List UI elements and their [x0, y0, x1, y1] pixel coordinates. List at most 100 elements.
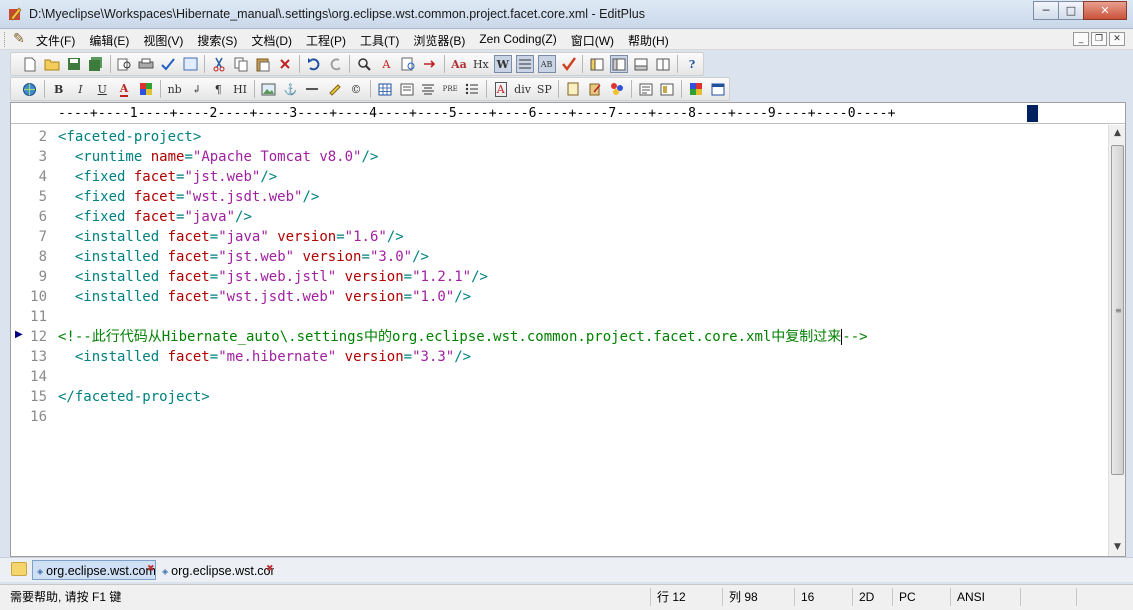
menu-project[interactable]: 工程(P)	[306, 32, 346, 49]
copyright-icon[interactable]: ©	[347, 80, 365, 98]
nbsp-button[interactable]: nb	[166, 80, 184, 98]
menu-help[interactable]: 帮助(H)	[628, 32, 669, 49]
code-line[interactable]: <installed facet="me.hibernate" version=…	[58, 347, 868, 367]
code-line[interactable]: <installed facet="jst.web" version="3.0"…	[58, 247, 868, 267]
code-line[interactable]: <installed facet="wst.jsdt.web" version=…	[58, 287, 868, 307]
heading-button[interactable]: HI	[231, 80, 249, 98]
highlight-icon[interactable]	[325, 80, 343, 98]
horizontal-rule-icon[interactable]	[304, 80, 322, 98]
menu-zen-coding[interactable]: Zen Coding(Z)	[479, 32, 556, 49]
output-window-icon[interactable]	[632, 55, 650, 73]
minimize-button[interactable]: ─	[1033, 1, 1059, 20]
tab-active-document[interactable]: ◈ org.eclipse.wst.common.project.facet.c…	[32, 560, 156, 580]
status-line-ending[interactable]: PC	[892, 588, 942, 606]
anchor-icon[interactable]: ⚓	[282, 80, 300, 98]
cut-icon[interactable]	[210, 55, 228, 73]
delete-icon[interactable]	[276, 55, 294, 73]
color-palette-icon[interactable]	[137, 80, 155, 98]
tab-close-icon[interactable]: ✖	[266, 564, 274, 574]
window-layout-icon[interactable]	[709, 80, 727, 98]
browser-globe-icon[interactable]	[21, 80, 39, 98]
scroll-up-arrow-icon[interactable]: ▲	[1109, 125, 1126, 142]
scroll-down-arrow-icon[interactable]: ▼	[1109, 539, 1126, 556]
font-color-button[interactable]: A	[115, 80, 133, 98]
doc-minimize-button[interactable]: _	[1073, 32, 1089, 46]
underline-button[interactable]: U	[93, 80, 111, 98]
open-folder-icon[interactable]	[43, 55, 61, 73]
folder-icon[interactable]	[11, 562, 27, 576]
document-pencil-icon[interactable]: ✎	[13, 31, 25, 47]
tab-document[interactable]: ◈ org.eclipse.wst.common.project.facet.c…	[158, 560, 274, 580]
paragraph-button[interactable]: ¶	[209, 80, 227, 98]
table-icon[interactable]	[376, 80, 394, 98]
doc-close-button[interactable]: ✕	[1109, 32, 1125, 46]
vertical-scrollbar[interactable]: ▲ ≡ ▼	[1108, 125, 1125, 556]
form-icon[interactable]	[398, 80, 416, 98]
code-line[interactable]: <faceted-project>	[58, 127, 868, 147]
directory-window-icon[interactable]	[588, 55, 606, 73]
browser-preview-icon[interactable]	[181, 55, 199, 73]
code-line[interactable]	[58, 307, 868, 327]
heading-icon[interactable]: Hx	[472, 55, 490, 73]
replace-icon[interactable]: A	[377, 55, 395, 73]
tile-windows-icon[interactable]	[654, 55, 672, 73]
tab-close-icon[interactable]: ✖	[147, 564, 155, 574]
column-select-icon[interactable]: AB	[537, 55, 556, 73]
context-help-icon[interactable]: ?	[683, 55, 701, 73]
span-button[interactable]: SP	[535, 80, 553, 98]
undo-icon[interactable]	[305, 55, 323, 73]
menu-grip[interactable]	[4, 32, 7, 47]
properties-icon[interactable]	[637, 80, 655, 98]
center-align-icon[interactable]	[419, 80, 437, 98]
menu-browser[interactable]: 浏览器(B)	[413, 32, 465, 49]
text-frame-icon[interactable]: A	[492, 80, 510, 98]
new-file-icon[interactable]	[21, 55, 39, 73]
line-break-icon[interactable]: ↲	[188, 80, 206, 98]
close-button[interactable]: ✕	[1083, 1, 1127, 20]
code-line[interactable]: <!--此行代码从Hibernate_auto\.settings中的org.e…	[58, 327, 868, 347]
maximize-button[interactable]: □	[1058, 1, 1084, 20]
clipboard-edit-icon[interactable]	[586, 80, 604, 98]
status-encoding[interactable]: ANSI	[950, 588, 1020, 606]
print-preview-icon[interactable]	[116, 55, 134, 73]
code-line[interactable]: <fixed facet="jst.web"/>	[58, 167, 868, 187]
list-icon[interactable]	[463, 80, 481, 98]
find-in-files-icon[interactable]	[399, 55, 417, 73]
check-mark-icon[interactable]	[560, 55, 578, 73]
bold-button[interactable]: B	[50, 80, 68, 98]
menu-edit[interactable]: 编辑(E)	[89, 32, 129, 49]
cliptext-window-icon[interactable]	[610, 55, 629, 73]
code-line[interactable]: <fixed facet="wst.jsdt.web"/>	[58, 187, 868, 207]
code-line[interactable]: <fixed facet="java"/>	[58, 207, 868, 227]
div-button[interactable]: div	[514, 80, 532, 98]
spell-check-icon[interactable]	[159, 55, 177, 73]
code-line[interactable]: </faceted-project>	[58, 387, 868, 407]
italic-button[interactable]: I	[72, 80, 90, 98]
user-tools-icon[interactable]	[608, 80, 626, 98]
goto-line-icon[interactable]	[421, 55, 439, 73]
menu-search[interactable]: 搜索(S)	[197, 32, 237, 49]
copy-icon[interactable]	[232, 55, 250, 73]
find-icon[interactable]	[355, 55, 373, 73]
menu-file[interactable]: 文件(F)	[36, 32, 75, 49]
code-area[interactable]: <faceted-project> <runtime name="Apache …	[58, 127, 868, 427]
save-all-icon[interactable]	[87, 55, 105, 73]
code-line[interactable]: <installed facet="java" version="1.6"/>	[58, 227, 868, 247]
paste-icon[interactable]	[254, 55, 272, 73]
print-icon[interactable]	[137, 55, 155, 73]
clip-library-icon[interactable]	[658, 80, 676, 98]
code-line[interactable]: <installed facet="jst.web.jstl" version=…	[58, 267, 868, 287]
redo-icon[interactable]	[327, 55, 345, 73]
line-number-icon[interactable]	[515, 55, 534, 73]
code-line[interactable]	[58, 407, 868, 427]
preformatted-button[interactable]: PRE	[441, 80, 459, 98]
color-picker-icon[interactable]	[687, 80, 705, 98]
scrollbar-thumb[interactable]: ≡	[1111, 145, 1124, 475]
save-icon[interactable]	[65, 55, 83, 73]
image-icon[interactable]	[260, 80, 278, 98]
editor-pane[interactable]: ----+----1----+----2----+----3----+----4…	[10, 102, 1126, 557]
script-icon[interactable]	[564, 80, 582, 98]
menu-window[interactable]: 窗口(W)	[571, 32, 614, 49]
menu-tools[interactable]: 工具(T)	[360, 32, 399, 49]
word-wrap-icon[interactable]: W	[493, 55, 512, 73]
